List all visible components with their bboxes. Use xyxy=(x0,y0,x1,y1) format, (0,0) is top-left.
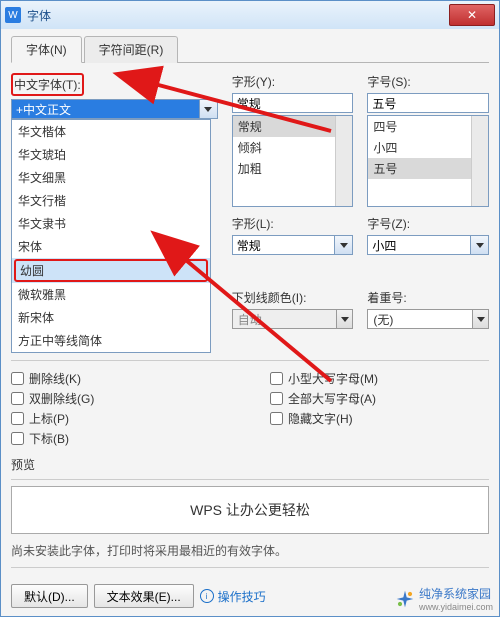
font-note: 尚未安装此字体，打印时将采用最相近的有效字体。 xyxy=(11,542,489,559)
chevron-down-icon xyxy=(477,317,485,322)
label-underline-color: 下划线颜色(I): xyxy=(232,289,354,306)
window-title: 字体 xyxy=(27,7,51,24)
font-option[interactable]: 华文细黑 xyxy=(12,166,210,189)
default-button[interactable]: 默认(D)... xyxy=(11,584,88,608)
emphasis-combo[interactable]: (无) xyxy=(367,309,489,329)
divider xyxy=(11,479,489,480)
chk-double-strike[interactable]: 双删除线(G) xyxy=(11,390,230,407)
chk-superscript[interactable]: 上标(P) xyxy=(11,410,230,427)
font-option[interactable]: 宋体 xyxy=(12,235,210,258)
dialog-body: 字体(N) 字符间距(R) 中文字体(T): 华文楷体 华文琥珀 华文细黑 xyxy=(1,29,499,616)
font-option[interactable]: 华文楷体 xyxy=(12,120,210,143)
chevron-down-icon xyxy=(341,317,349,322)
tab-spacing[interactable]: 字符间距(R) xyxy=(84,36,179,63)
section-preview: 预览 xyxy=(11,456,489,473)
chk-allcaps[interactable]: 全部大写字母(A) xyxy=(270,390,489,407)
font-option[interactable]: 新宋体 xyxy=(12,306,210,329)
size-listbox[interactable]: 四号 小四 五号 xyxy=(367,115,489,207)
label-cn-font: 中文字体(T): xyxy=(14,76,81,93)
complex-size-dropdown-button[interactable] xyxy=(471,235,489,255)
chk-subscript[interactable]: 下标(B) xyxy=(11,430,230,447)
complex-size-input[interactable] xyxy=(367,235,471,255)
close-icon: ✕ xyxy=(467,8,477,22)
chevron-down-icon xyxy=(476,243,484,248)
app-logo-icon: W xyxy=(5,7,21,23)
chk-smallcaps[interactable]: 小型大写字母(M) xyxy=(270,370,489,387)
style-input[interactable] xyxy=(232,93,354,113)
tab-bar: 字体(N) 字符间距(R) xyxy=(11,35,489,63)
font-dialog: W 字体 ✕ 字体(N) 字符间距(R) 中文字体(T): xyxy=(0,0,500,617)
cn-font-input[interactable] xyxy=(11,99,200,119)
font-option[interactable]: 华文隶书 xyxy=(18,217,66,231)
divider xyxy=(11,567,489,568)
font-option[interactable]: 华文行楷 xyxy=(12,189,210,212)
label-emphasis: 着重号: xyxy=(367,289,489,306)
scrollbar[interactable] xyxy=(471,116,488,206)
watermark: 纯净系统家园 www.yidaimei.com xyxy=(395,585,493,612)
tips-link[interactable]: i 操作技巧 xyxy=(200,588,266,605)
font-option[interactable]: 微软雅黑 xyxy=(18,288,66,302)
tab-font[interactable]: 字体(N) xyxy=(11,36,82,63)
font-option-highlighted[interactable]: 幼圆 xyxy=(12,258,210,283)
complex-style-dropdown-button[interactable] xyxy=(335,235,353,255)
divider xyxy=(11,360,489,361)
chevron-down-icon xyxy=(340,243,348,248)
size-input[interactable] xyxy=(367,93,489,113)
font-option[interactable]: 方正中等线简体 xyxy=(12,329,210,352)
watermark-icon xyxy=(395,589,415,609)
underline-color-combo: 自动 xyxy=(232,309,354,329)
label-style: 字形(Y): xyxy=(232,73,354,90)
close-button[interactable]: ✕ xyxy=(449,4,495,26)
complex-style-input[interactable] xyxy=(232,235,336,255)
titlebar: W 字体 ✕ xyxy=(1,1,499,29)
scrollbar[interactable] xyxy=(335,116,352,206)
preview-box: WPS 让办公更轻松 xyxy=(11,486,489,534)
font-option[interactable]: 华文琥珀 xyxy=(12,143,210,166)
cn-font-popup: 华文楷体 华文琥珀 华文细黑 华文行楷 复华文隶书 宋体 幼圆 所微软雅黑 新宋… xyxy=(11,119,211,353)
text-effect-button[interactable]: 文本效果(E)... xyxy=(94,584,194,608)
label-complex-style: 字形(L): xyxy=(232,215,354,232)
info-icon: i xyxy=(200,589,214,603)
style-listbox[interactable]: 常规 倾斜 加粗 xyxy=(232,115,354,207)
cn-font-dropdown-button[interactable] xyxy=(200,99,218,119)
chk-hidden[interactable]: 隐藏文字(H) xyxy=(270,410,489,427)
label-size: 字号(S): xyxy=(367,73,489,90)
label-complex-size: 字号(Z): xyxy=(367,215,489,232)
chk-strike[interactable]: 删除线(K) xyxy=(11,370,230,387)
chevron-down-icon xyxy=(204,107,212,112)
